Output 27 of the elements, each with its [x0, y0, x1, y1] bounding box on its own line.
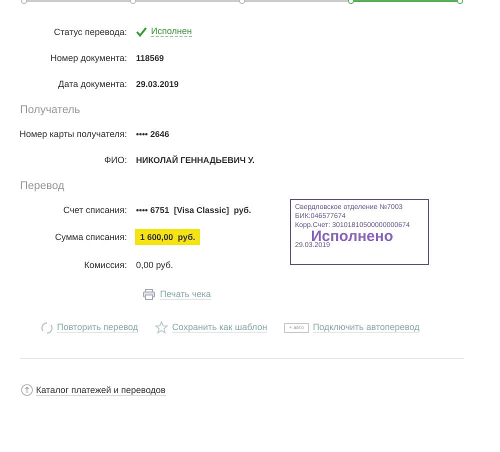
field-value: НИКОЛАЙ ГЕННАДЬЕВИЧ У.: [136, 154, 255, 164]
status-link[interactable]: Исполнен: [151, 26, 192, 37]
field-label: Счет списания:: [62, 204, 128, 214]
field-label: Комиссия:: [83, 260, 128, 270]
printer-icon: [143, 289, 155, 300]
check-icon: [136, 26, 147, 36]
action-link[interactable]: Сохранить как шаблон: [172, 322, 268, 333]
catalog-link[interactable]: Каталог платежей и переводов: [36, 384, 166, 396]
star-icon: [155, 321, 168, 334]
field-value: 118569: [136, 52, 164, 62]
section-title: Получатель: [19, 104, 82, 116]
action-link[interactable]: Повторить перевод: [57, 322, 138, 333]
field-label: Дата документа:: [57, 78, 128, 88]
field-value: 29.03.2019: [136, 78, 179, 88]
field-value: •••• 6751 [Visa Classic] руб.: [136, 204, 252, 214]
field-label: Статус перевода:: [52, 26, 128, 36]
field-value: 0,00 руб.: [136, 260, 174, 270]
action-link[interactable]: Подключить автоперевод: [312, 322, 420, 333]
section-title: Перевод: [19, 180, 66, 192]
field-label: Номер документа:: [49, 52, 128, 62]
refresh-icon: [41, 322, 53, 334]
print-receipt-link[interactable]: Печать чека: [160, 289, 211, 300]
field-label: Номер карты получателя:: [18, 128, 128, 138]
field-label: Сумма списания:: [54, 232, 128, 242]
field-value: 1 600,00 руб.: [135, 229, 200, 245]
field-label: ФИО:: [103, 154, 128, 164]
field-value: •••• 2646: [136, 128, 170, 138]
